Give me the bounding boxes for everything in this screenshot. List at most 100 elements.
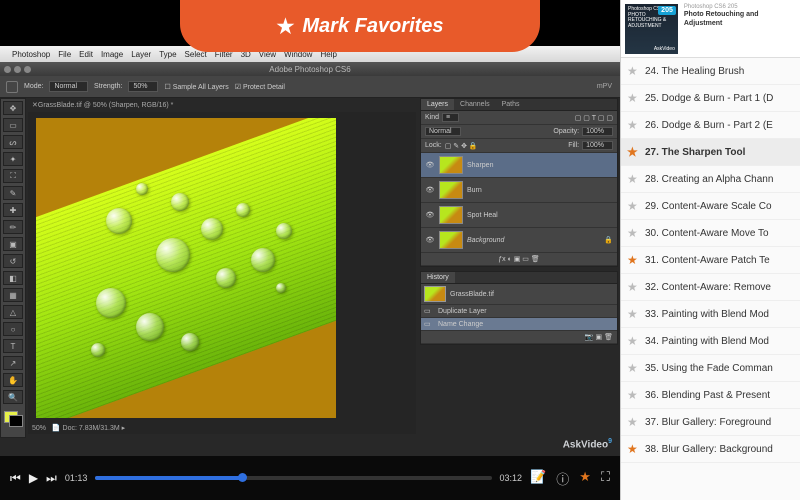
favorite-star-icon[interactable]: ★ [627,253,639,267]
opacity-input[interactable]: 100% [582,127,613,136]
sharpen-tool[interactable]: △ [3,305,23,319]
lesson-item[interactable]: ★29. Content-Aware Scale Co [621,193,800,220]
fill-input[interactable]: 100% [582,141,613,150]
favorite-star-icon[interactable]: ★ [627,280,639,294]
menu-file[interactable]: File [58,50,71,59]
lesson-item[interactable]: ★32. Content-Aware: Remove [621,274,800,301]
progress-bar[interactable] [95,476,491,480]
brush-tool[interactable]: ✏ [3,220,23,234]
path-tool[interactable]: ↗ [3,356,23,370]
layer-name[interactable]: Background [467,237,504,244]
lesson-item[interactable]: ★25. Dodge & Burn - Part 1 (D [621,85,800,112]
menu-image[interactable]: Image [101,50,123,59]
history-step[interactable]: ▭Duplicate Layer [421,305,617,318]
layer-name[interactable]: Sharpen [467,162,493,169]
favorite-button[interactable]: ★ [579,469,591,488]
favorite-star-icon[interactable]: ★ [627,91,639,105]
lesson-item[interactable]: ★27. The Sharpen Tool [621,139,800,166]
tab-channels[interactable]: Channels [454,99,496,110]
layer-row[interactable]: 👁 Burn [421,178,617,203]
lesson-item[interactable]: ★26. Dodge & Burn - Part 2 (E [621,112,800,139]
favorite-star-icon[interactable]: ★ [627,199,639,213]
traffic-lights[interactable] [4,66,31,73]
favorite-star-icon[interactable]: ★ [627,64,639,78]
favorite-star-icon[interactable]: ★ [627,172,639,186]
workspace-label[interactable]: mPV [597,83,612,90]
info-icon[interactable]: ⓘ [556,469,569,488]
visibility-icon[interactable]: 👁 [425,161,435,169]
zoom-tool[interactable]: 🔍 [3,390,23,404]
lesson-item[interactable]: ★30. Content-Aware Move To [621,220,800,247]
layer-row[interactable]: 👁 Sharpen [421,153,617,178]
brush-icon[interactable] [6,81,18,93]
favorite-star-icon[interactable]: ★ [627,442,639,456]
history-footer[interactable]: 📷 ▣ 🗑 [421,331,617,344]
hand-tool[interactable]: ✋ [3,373,23,387]
favorite-star-icon[interactable]: ★ [627,388,639,402]
menu-layer[interactable]: Layer [131,50,151,59]
favorite-star-icon[interactable]: ★ [627,334,639,348]
type-tool[interactable]: T [3,339,23,353]
marquee-tool[interactable]: ▭ [3,118,23,132]
blend-mode-select[interactable]: Normal [425,127,461,136]
favorite-star-icon[interactable]: ★ [627,307,639,321]
protect-detail-checkbox[interactable]: ☑ Protect Detail [235,83,285,91]
eyedropper-tool[interactable]: ✎ [3,186,23,200]
tab-history[interactable]: History [421,272,455,283]
favorite-star-icon[interactable]: ★ [627,226,639,240]
dodge-tool[interactable]: ○ [3,322,23,336]
layers-footer[interactable]: ƒx ◐ ▣ ▭ 🗑 [421,253,617,266]
layer-row[interactable]: 👁 Background 🔒 [421,228,617,253]
favorite-star-icon[interactable]: ★ [627,415,639,429]
menu-edit[interactable]: Edit [79,50,93,59]
notes-icon[interactable]: 📝 [530,469,546,488]
lesson-item[interactable]: ★24. The Healing Brush [621,58,800,85]
strength-input[interactable]: 50% [128,81,158,92]
stamp-tool[interactable]: ▣ [3,237,23,251]
lesson-item[interactable]: ★31. Content-Aware Patch Te [621,247,800,274]
prev-button[interactable]: ⏮ [10,471,21,486]
lesson-item[interactable]: ★28. Creating an Alpha Chann [621,166,800,193]
fullscreen-icon[interactable]: ⛶ [601,469,610,488]
history-snapshot[interactable]: GrassBlade.tif [421,284,617,305]
visibility-icon[interactable]: 👁 [425,236,435,244]
history-brush-tool[interactable]: ↺ [3,254,23,268]
layer-name[interactable]: Spot Heal [467,212,498,219]
lock-icons[interactable]: ▢ ✎ ✥ 🔒 [445,142,478,150]
layer-name[interactable]: Burn [467,187,482,194]
visibility-icon[interactable]: 👁 [425,211,435,219]
play-button[interactable]: ▶ [29,471,38,485]
favorite-star-icon[interactable]: ★ [627,145,639,159]
next-button[interactable]: ⏭ [46,471,57,486]
visibility-icon[interactable]: 👁 [425,186,435,194]
gradient-tool[interactable]: ▦ [3,288,23,302]
lasso-tool[interactable]: ᔕ [3,135,23,149]
tab-layers[interactable]: Layers [421,99,454,110]
move-tool[interactable]: ✥ [3,101,23,115]
layer-row[interactable]: 👁 Spot Heal [421,203,617,228]
lesson-item[interactable]: ★34. Painting with Blend Mod [621,328,800,355]
tab-paths[interactable]: Paths [496,99,526,110]
lesson-item[interactable]: ★36. Blending Past & Present [621,382,800,409]
mode-select[interactable]: Normal [49,81,88,92]
lesson-item[interactable]: ★33. Painting with Blend Mod [621,301,800,328]
sample-all-checkbox[interactable]: ☐ Sample All Layers [164,83,228,91]
lesson-item[interactable]: ★37. Blur Gallery: Foreground [621,409,800,436]
wand-tool[interactable]: ✦ [3,152,23,166]
favorite-star-icon[interactable]: ★ [627,361,639,375]
lesson-list[interactable]: ★24. The Healing Brush★25. Dodge & Burn … [621,58,800,500]
healing-tool[interactable]: ✚ [3,203,23,217]
menu-type[interactable]: Type [159,50,176,59]
eraser-tool[interactable]: ◧ [3,271,23,285]
history-step[interactable]: ▭Name Change [421,318,617,331]
course-header[interactable]: 205 Photoshop CS6PHOTO RETOUCHING & ADJU… [621,0,800,58]
kind-filter[interactable]: ≡ [442,113,459,122]
canvas[interactable]: 50% 📄 Doc: 7.83M/31.3M ▸ [28,112,416,434]
favorite-star-icon[interactable]: ★ [627,118,639,132]
lesson-item[interactable]: ★35. Using the Fade Comman [621,355,800,382]
document-tab[interactable]: ✕ GrassBlade.tif @ 50% (Sharpen, RGB/16)… [26,98,416,112]
crop-tool[interactable]: ⛶ [3,169,23,183]
menu-photoshop[interactable]: Photoshop [12,50,50,59]
color-swatches[interactable] [4,411,22,425]
lesson-item[interactable]: ★38. Blur Gallery: Background [621,436,800,463]
